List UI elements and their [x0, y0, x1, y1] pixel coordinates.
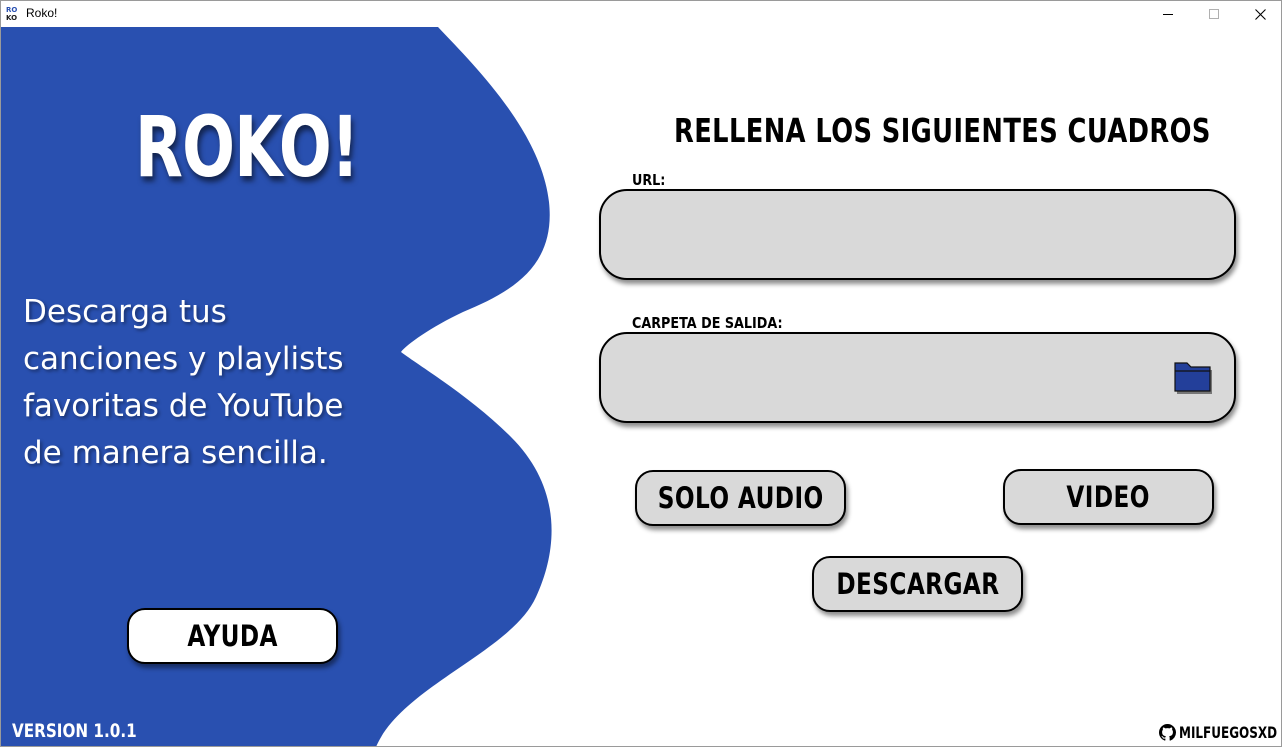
version-label: VERSION 1.0.1 [12, 720, 137, 742]
output-folder-field-box[interactable] [599, 332, 1236, 423]
audio-only-button-label: SOLO AUDIO [657, 481, 824, 515]
url-field-box[interactable] [599, 189, 1236, 280]
audio-only-button[interactable]: SOLO AUDIO [635, 470, 846, 526]
help-button[interactable]: AYUDA [127, 608, 338, 664]
close-icon [1254, 8, 1266, 20]
maximize-icon [1209, 9, 1219, 19]
maximize-button[interactable] [1191, 1, 1237, 27]
video-button-label: VIDEO [1066, 480, 1151, 514]
app-logo-title: ROKO! [135, 98, 359, 196]
app-logo-icon: RO KO [5, 5, 21, 21]
close-button[interactable] [1237, 1, 1281, 27]
author-credit-label: MILFUEGOSXD [1179, 723, 1278, 742]
svg-text:KO: KO [6, 14, 17, 21]
app-window: RO KO Roko! ROKO! Descarga tus canciones… [0, 0, 1282, 747]
url-label: URL: [632, 171, 666, 189]
video-button[interactable]: VIDEO [1003, 469, 1214, 525]
svg-text:RO: RO [6, 6, 17, 14]
folder-icon[interactable] [1173, 358, 1215, 396]
minimize-button[interactable] [1145, 1, 1191, 27]
github-icon [1159, 724, 1176, 741]
main-content: ROKO! Descarga tus canciones y playlists… [1, 27, 1281, 746]
form-title: RELLENA LOS SIGUIENTES CUADROS [674, 111, 1211, 150]
title-bar[interactable]: RO KO Roko! [1, 1, 1281, 27]
tagline: Descarga tus canciones y playlists favor… [23, 294, 344, 471]
output-folder-input[interactable] [625, 334, 1189, 423]
url-input[interactable] [625, 191, 1189, 280]
window-title: Roko! [26, 6, 58, 20]
help-button-label: AYUDA [187, 619, 278, 653]
author-credit-link[interactable]: MILFUEGOSXD [1159, 723, 1281, 742]
minimize-icon [1163, 14, 1173, 15]
download-button-label: DESCARGAR [835, 567, 1000, 601]
download-button[interactable]: DESCARGAR [812, 556, 1023, 612]
output-folder-label: CARPETA DE SALIDA: [632, 314, 783, 332]
